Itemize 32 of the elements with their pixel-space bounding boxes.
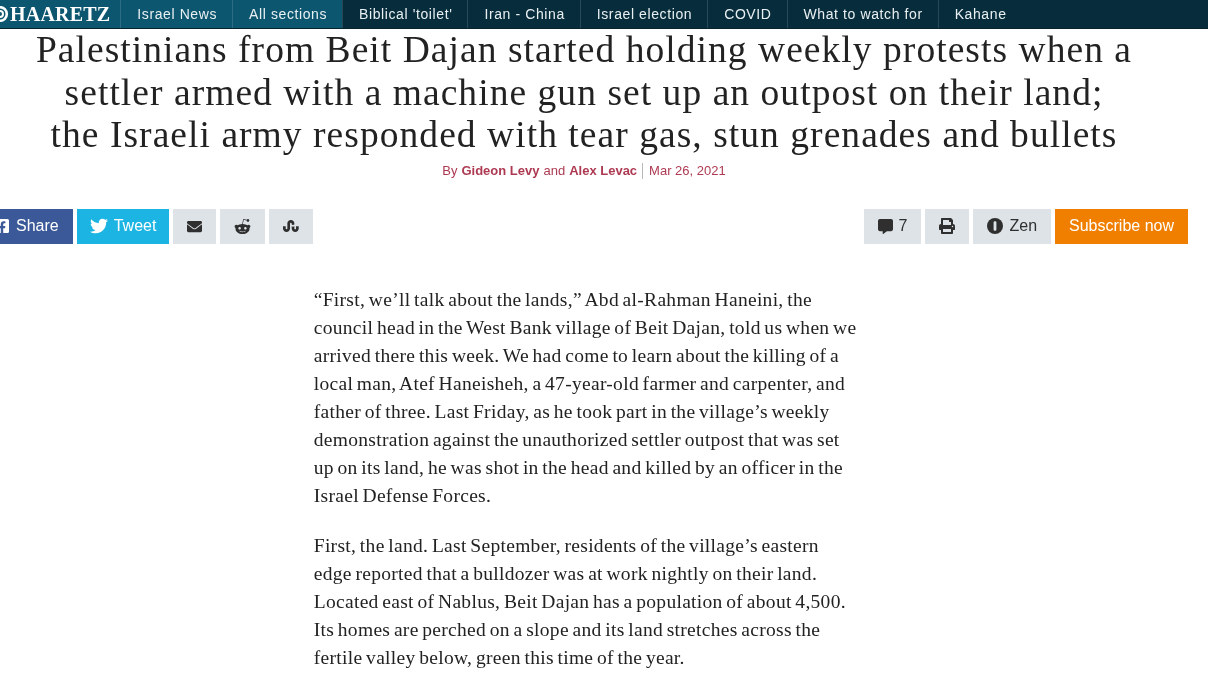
bird-icon xyxy=(89,217,108,235)
topic-link[interactable]: Kahane xyxy=(937,0,1022,28)
article-paragraph: “First, we’ll talk about the lands,” Abd al-Rahman Haneini, the council head in the West Bank village of Beit Dajan, told us when we arrived there this week. We had come to learn about the killing of a local man, Atef Haneisheh, a 47-year-old farmer and carpenter, and father of three. Last Friday, as he took part in the village’s weekly demonstration against the unauthorized settler outpost that was set up on its land, he was shot in the head and killed by an officer in the Israel Defense Forces. xyxy=(313,287,858,508)
stumbleupon-button[interactable] xyxy=(269,208,314,244)
topic-link[interactable]: COVID xyxy=(707,0,787,28)
publish-date: Mar 26, 2021 xyxy=(642,162,726,179)
topic-link[interactable]: Biblical 'toilet' xyxy=(342,0,468,28)
zen-mode-button[interactable]: Zen xyxy=(973,208,1052,244)
reddit-button[interactable] xyxy=(220,208,266,244)
print-button[interactable] xyxy=(925,208,970,244)
byline-text: By xyxy=(442,162,458,179)
ring-logo-icon xyxy=(0,6,9,22)
email-button[interactable] xyxy=(173,208,217,244)
alien-face-icon xyxy=(234,217,252,235)
info-circle-icon xyxy=(987,218,1004,234)
envelope-icon xyxy=(187,218,203,234)
site-logo[interactable]: HAARETZ xyxy=(0,0,121,28)
article-headline: Palestinians from Beit Dajan started holding weekly protests when a settler armed with a machine gun set up an outpost on their land; the Israeli army responded with tear gas, stun grenades and bullets xyxy=(34,29,1134,157)
comments-button[interactable]: 7 xyxy=(863,208,922,244)
topic-link[interactable]: Israel election xyxy=(579,0,708,28)
share-button[interactable]: Share xyxy=(0,208,73,244)
author-link[interactable]: Alex Levac xyxy=(569,162,638,179)
nav-link[interactable]: All sections xyxy=(232,0,343,28)
topic-link[interactable]: What to watch for xyxy=(786,0,938,28)
author-link[interactable]: Gideon Levy xyxy=(461,162,540,179)
article-paragraph: First, the land. Last September, residents of the village’s eastern edge reported that a bulldozer was at work nightly on their land. Located east of Nablus, Beit Dajan has a population of about 4,500. Its homes are perched on a slope and its land stretches across the fertile valley below, green this time of the year. xyxy=(313,533,847,670)
printer-icon xyxy=(939,218,956,234)
speech-bubble-icon xyxy=(877,218,893,234)
nav-link[interactable]: Israel News xyxy=(120,0,233,28)
topic-link[interactable]: Iran - China xyxy=(467,0,580,28)
su-logo-icon xyxy=(283,218,300,234)
byline-text: and xyxy=(543,162,566,179)
